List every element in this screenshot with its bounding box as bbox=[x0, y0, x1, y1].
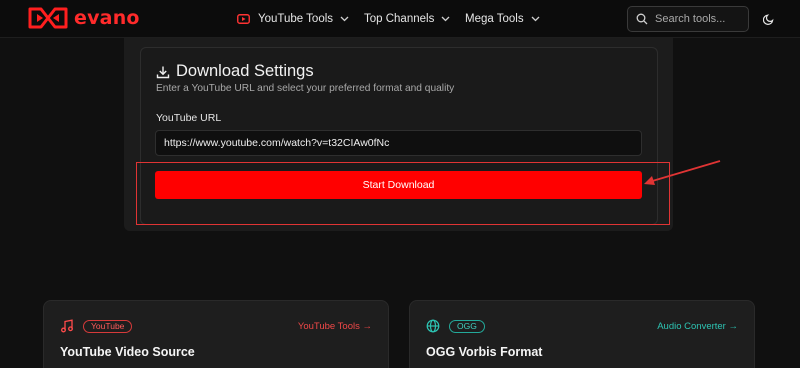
moon-icon bbox=[763, 14, 774, 25]
annotation-arrow-icon bbox=[644, 160, 721, 185]
nav-label: Top Channels bbox=[364, 13, 435, 25]
search-box[interactable] bbox=[627, 6, 749, 32]
search-input[interactable] bbox=[655, 13, 745, 25]
card-title: OGG Vorbis Format bbox=[426, 345, 543, 359]
start-download-button[interactable]: Start Download bbox=[155, 171, 642, 199]
download-icon bbox=[156, 66, 170, 78]
chevron-down-icon bbox=[441, 16, 450, 22]
chevron-down-icon bbox=[340, 16, 349, 22]
youtube-source-card[interactable]: YouTube YouTube Tools → YouTube Video So… bbox=[43, 300, 389, 368]
settings-title: Download Settings bbox=[176, 62, 314, 80]
source-badge: YouTube bbox=[83, 320, 133, 333]
nav-top-channels[interactable]: Top Channels bbox=[364, 0, 450, 38]
search-icon bbox=[636, 13, 648, 25]
theme-toggle-button[interactable] bbox=[760, 10, 778, 28]
youtube-icon bbox=[237, 14, 250, 24]
audio-converter-link[interactable]: Audio Converter → bbox=[657, 321, 738, 332]
settings-subtitle: Enter a YouTube URL and select your pref… bbox=[156, 83, 455, 94]
nav-label: YouTube Tools bbox=[258, 13, 334, 25]
youtube-tools-link[interactable]: YouTube Tools → bbox=[298, 321, 372, 332]
logo[interactable]: evano bbox=[28, 5, 140, 31]
globe-icon bbox=[426, 319, 440, 333]
ogg-format-card[interactable]: OGG Audio Converter → OGG Vorbis Format bbox=[409, 300, 755, 368]
logo-text: evano bbox=[74, 7, 140, 29]
card-title: YouTube Video Source bbox=[60, 345, 195, 359]
evano-logo-icon bbox=[28, 7, 68, 29]
youtube-url-label: YouTube URL bbox=[156, 112, 222, 124]
top-navigation-bar: evano YouTube Tools Top Channels Mega To… bbox=[0, 0, 800, 38]
youtube-url-input[interactable] bbox=[155, 130, 642, 156]
format-badge: OGG bbox=[449, 320, 485, 333]
nav-youtube-tools[interactable]: YouTube Tools bbox=[237, 0, 349, 38]
nav-mega-tools[interactable]: Mega Tools bbox=[465, 0, 540, 38]
chevron-down-icon bbox=[531, 16, 540, 22]
music-note-icon bbox=[61, 319, 73, 333]
nav-label: Mega Tools bbox=[465, 13, 524, 25]
settings-header: Download Settings bbox=[156, 62, 314, 81]
